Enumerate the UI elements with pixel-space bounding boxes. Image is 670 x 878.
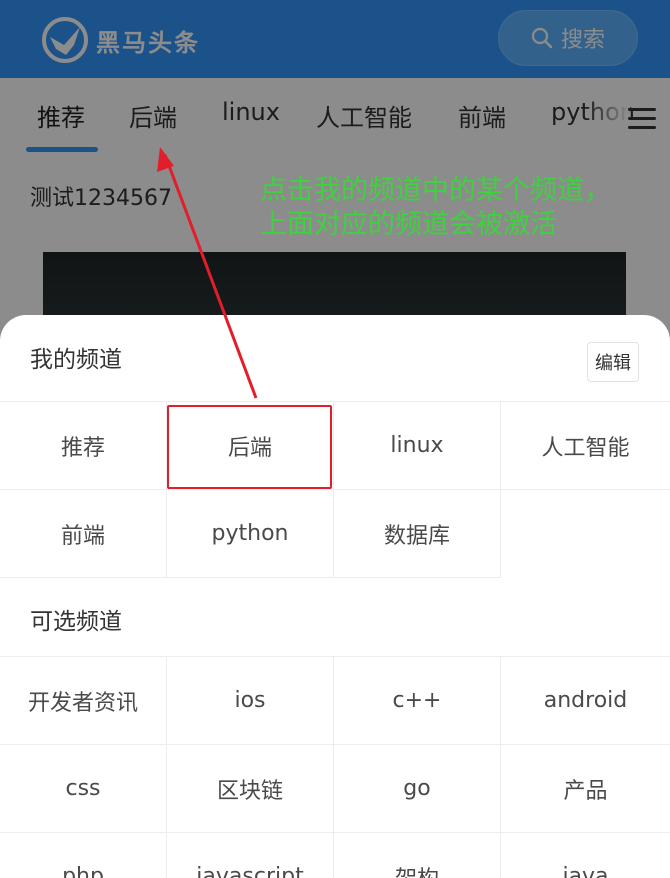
optional-channel-item[interactable]: android xyxy=(501,657,670,745)
my-channel-item[interactable]: 推荐 xyxy=(0,402,167,490)
page: 黑马头条 搜索 推荐 后端 linux 人工智能 前端 python 测试123… xyxy=(0,0,670,878)
my-channel-item[interactable]: linux xyxy=(334,402,501,490)
my-channel-item[interactable]: 数据库 xyxy=(334,490,501,578)
empty-cell xyxy=(501,490,670,578)
my-channel-item[interactable]: 前端 xyxy=(0,490,167,578)
optional-channels-title: 可选频道 xyxy=(30,609,122,635)
optional-channel-item[interactable]: css xyxy=(0,745,167,833)
my-channel-item[interactable]: 人工智能 xyxy=(501,402,670,490)
optional-channel-item[interactable]: php xyxy=(0,833,167,878)
optional-channels-grid: 开发者资讯 ios c++ android css 区块链 go 产品 php … xyxy=(0,656,670,878)
annotation-line-1: 点击我的频道中的某个频道， xyxy=(260,175,611,206)
optional-channel-item[interactable]: 产品 xyxy=(501,745,670,833)
edit-button[interactable]: 编辑 xyxy=(587,342,639,382)
annotation-line-2: 上面对应的频道会被激活 xyxy=(260,209,557,240)
highlight-box xyxy=(167,405,332,489)
optional-channel-item[interactable]: 架构 xyxy=(334,833,501,878)
optional-channel-item[interactable]: 开发者资讯 xyxy=(0,657,167,745)
optional-channel-item[interactable]: javascript xyxy=(167,833,334,878)
optional-channel-item[interactable]: ios xyxy=(167,657,334,745)
my-channels-title: 我的频道 xyxy=(30,347,122,373)
optional-channel-item[interactable]: 区块链 xyxy=(167,745,334,833)
optional-channel-item[interactable]: java xyxy=(501,833,670,878)
annotation-text: 点击我的频道中的某个频道， 上面对应的频道会被激活 xyxy=(260,174,611,242)
optional-channel-item[interactable]: go xyxy=(334,745,501,833)
my-channels-grid: 推荐 后端 linux 人工智能 前端 python 数据库 xyxy=(0,401,670,578)
optional-channel-item[interactable]: c++ xyxy=(334,657,501,745)
my-channel-item[interactable]: python xyxy=(167,490,334,578)
